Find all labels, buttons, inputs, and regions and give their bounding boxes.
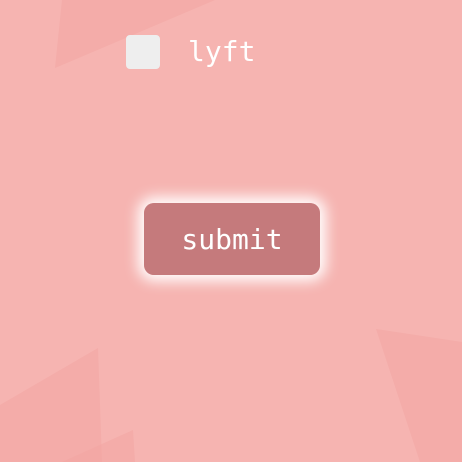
lyft-checkbox-label[interactable]: lyft: [188, 35, 255, 69]
lyft-checkbox[interactable]: [126, 35, 160, 69]
submit-button[interactable]: submit: [144, 203, 320, 275]
lyft-checkbox-row[interactable]: lyft: [126, 35, 255, 69]
